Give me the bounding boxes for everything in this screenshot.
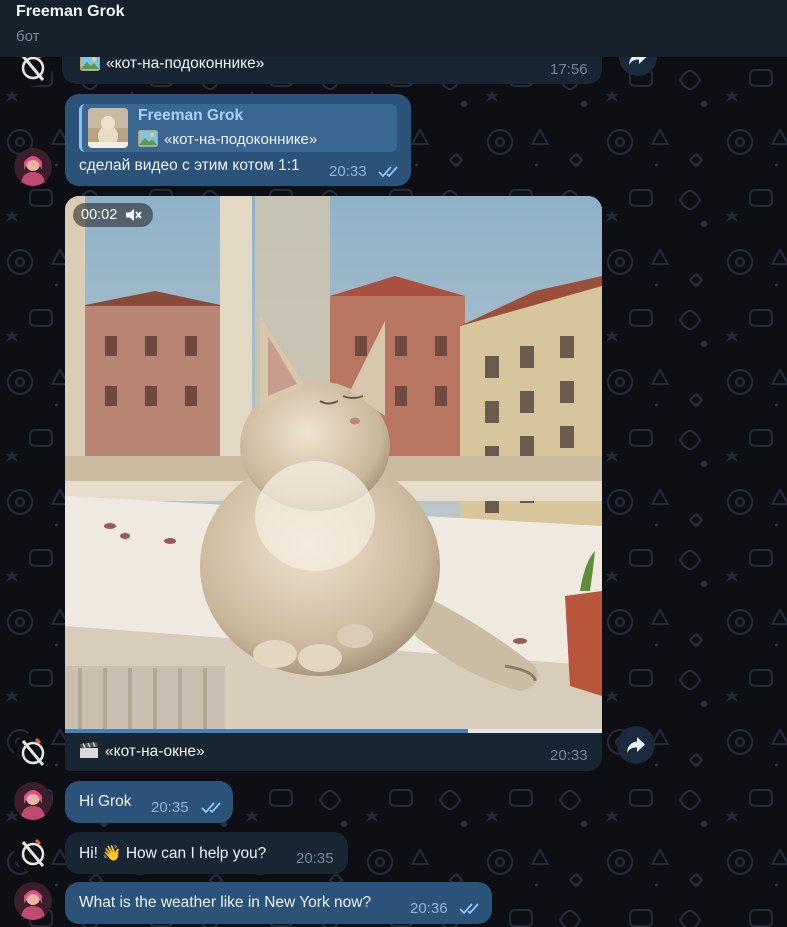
chat-header[interactable]: Freeman Grok бот <box>0 0 787 57</box>
reply-quote[interactable]: Freeman Grok «кот-на-подоконнике» <box>79 104 397 152</box>
message-text: сделай видео с этим котом 1:1 <box>79 157 300 174</box>
bot-avatar-icon[interactable] <box>14 834 52 872</box>
message-time: 20:33 <box>550 747 588 764</box>
message-bubble-outgoing[interactable]: Hi Grok 20:35 <box>65 781 233 823</box>
user-avatar[interactable] <box>14 882 52 920</box>
mute-icon[interactable] <box>125 208 143 222</box>
clapper-icon <box>80 742 98 758</box>
bot-avatar-icon[interactable] <box>14 733 52 771</box>
video-progress-track[interactable] <box>65 729 602 733</box>
double-check-icon <box>459 903 479 915</box>
message-bubble-incoming[interactable]: Hi! 👋 How can I help you? 20:35 <box>65 832 348 874</box>
video-frame-cat-on-windowsill <box>65 196 602 731</box>
video-progress-fill <box>65 729 468 733</box>
double-check-icon <box>378 166 398 178</box>
video-duration: 00:02 <box>81 207 118 223</box>
forward-button[interactable] <box>617 726 655 764</box>
message-time: 17:56 <box>550 61 588 78</box>
reply-author: Freeman Grok <box>138 107 244 124</box>
video-caption: «кот-на-окне» <box>79 742 205 761</box>
double-check-icon <box>201 802 221 814</box>
reply-text: «кот-на-подоконнике» <box>138 130 317 148</box>
message-time: 20:33 <box>329 163 367 180</box>
chat-subtitle: бот <box>16 28 40 45</box>
message-text: Hi Grok <box>79 793 132 810</box>
chat-title: Freeman Grok <box>16 3 125 20</box>
reply-thumbnail <box>88 108 128 148</box>
message-time: 20:35 <box>296 850 334 867</box>
message-time: 20:35 <box>151 799 189 816</box>
message-bubble-outgoing[interactable]: Freeman Grok «кот-на-подоконнике» сделай… <box>65 94 411 186</box>
video-duration-badge[interactable]: 00:02 <box>73 203 154 227</box>
user-avatar[interactable] <box>14 148 52 186</box>
video-caption-bubble[interactable]: «кот-на-окне» 20:33 <box>65 729 602 771</box>
photo-icon <box>138 130 158 147</box>
forward-icon <box>627 737 645 753</box>
message-bubble-outgoing[interactable]: What is the weather like in New York now… <box>65 882 492 924</box>
message-time: 20:36 <box>410 900 448 917</box>
message-text: Hi! 👋 How can I help you? <box>79 845 267 862</box>
user-avatar[interactable] <box>14 782 52 820</box>
message-text: What is the weather like in New York now… <box>79 894 372 911</box>
video-player[interactable]: 00:02 <box>65 196 602 731</box>
